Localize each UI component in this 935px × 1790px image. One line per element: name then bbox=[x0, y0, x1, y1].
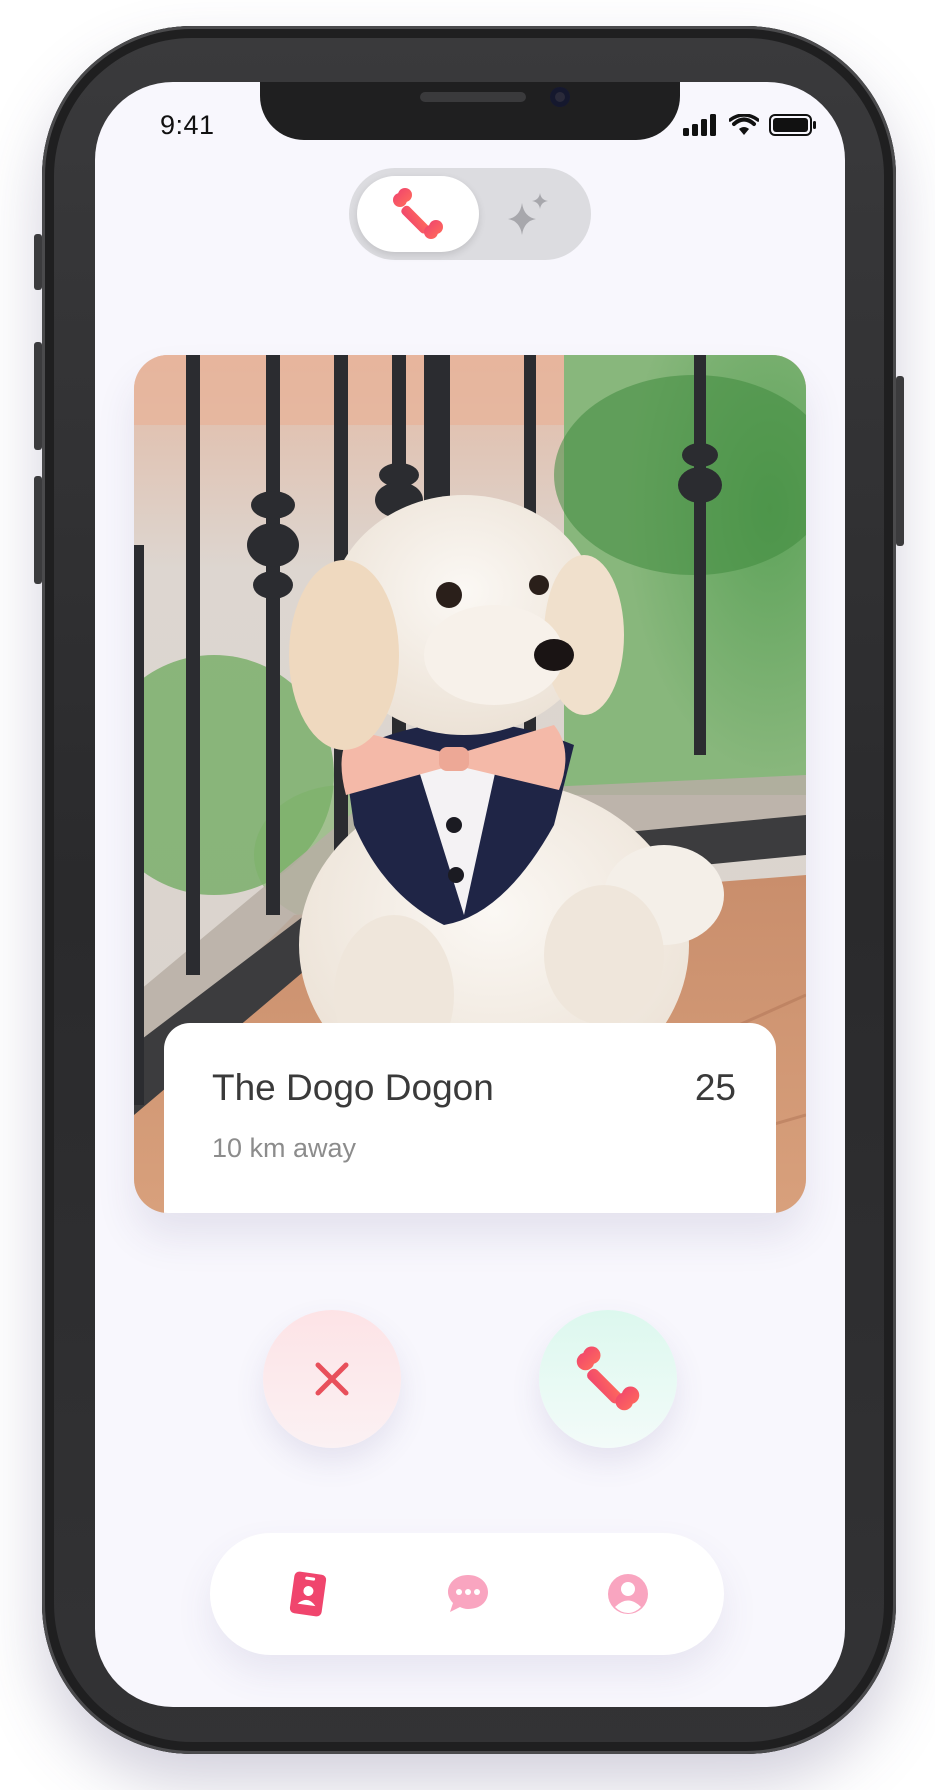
like-button[interactable] bbox=[539, 1310, 677, 1448]
bone-icon bbox=[393, 188, 443, 239]
notch bbox=[260, 82, 680, 140]
volume-up-button bbox=[34, 342, 42, 450]
nav-profile[interactable] bbox=[598, 1564, 658, 1624]
nav-messages[interactable] bbox=[438, 1564, 498, 1624]
app-screen: 9:41 The Dogo Dogon 25 10 km away bbox=[95, 82, 845, 1707]
signal-icon bbox=[683, 114, 716, 136]
wifi-icon bbox=[729, 114, 759, 135]
nav-cards[interactable] bbox=[278, 1564, 338, 1624]
mute-switch bbox=[34, 234, 42, 290]
chat-icon bbox=[448, 1575, 488, 1612]
bone-icon bbox=[576, 1346, 640, 1411]
status-icons bbox=[683, 114, 817, 136]
status-time: 9:41 bbox=[160, 110, 215, 140]
volume-down-button bbox=[34, 476, 42, 584]
battery-icon bbox=[769, 114, 816, 136]
front-camera bbox=[550, 87, 570, 107]
profile-distance: 10 km away bbox=[212, 1133, 357, 1163]
power-button bbox=[896, 376, 904, 546]
mode-toggle[interactable] bbox=[349, 168, 591, 260]
close-icon bbox=[315, 1362, 349, 1396]
profile-info-panel: The Dogo Dogon 25 10 km away bbox=[164, 1023, 776, 1213]
nope-button[interactable] bbox=[263, 1310, 401, 1448]
profile-card-icon bbox=[289, 1571, 327, 1617]
bottom-nav bbox=[210, 1533, 724, 1655]
profile-card[interactable]: The Dogo Dogon 25 10 km away bbox=[134, 355, 806, 1213]
profile-name: The Dogo Dogon bbox=[212, 1067, 494, 1108]
mode-toggle-sparkle[interactable] bbox=[497, 184, 561, 244]
speaker bbox=[420, 92, 526, 102]
user-icon bbox=[608, 1574, 648, 1614]
mode-toggle-dogs[interactable] bbox=[357, 176, 479, 252]
sparkles-icon bbox=[508, 193, 548, 235]
profile-age: 25 bbox=[694, 1067, 736, 1108]
